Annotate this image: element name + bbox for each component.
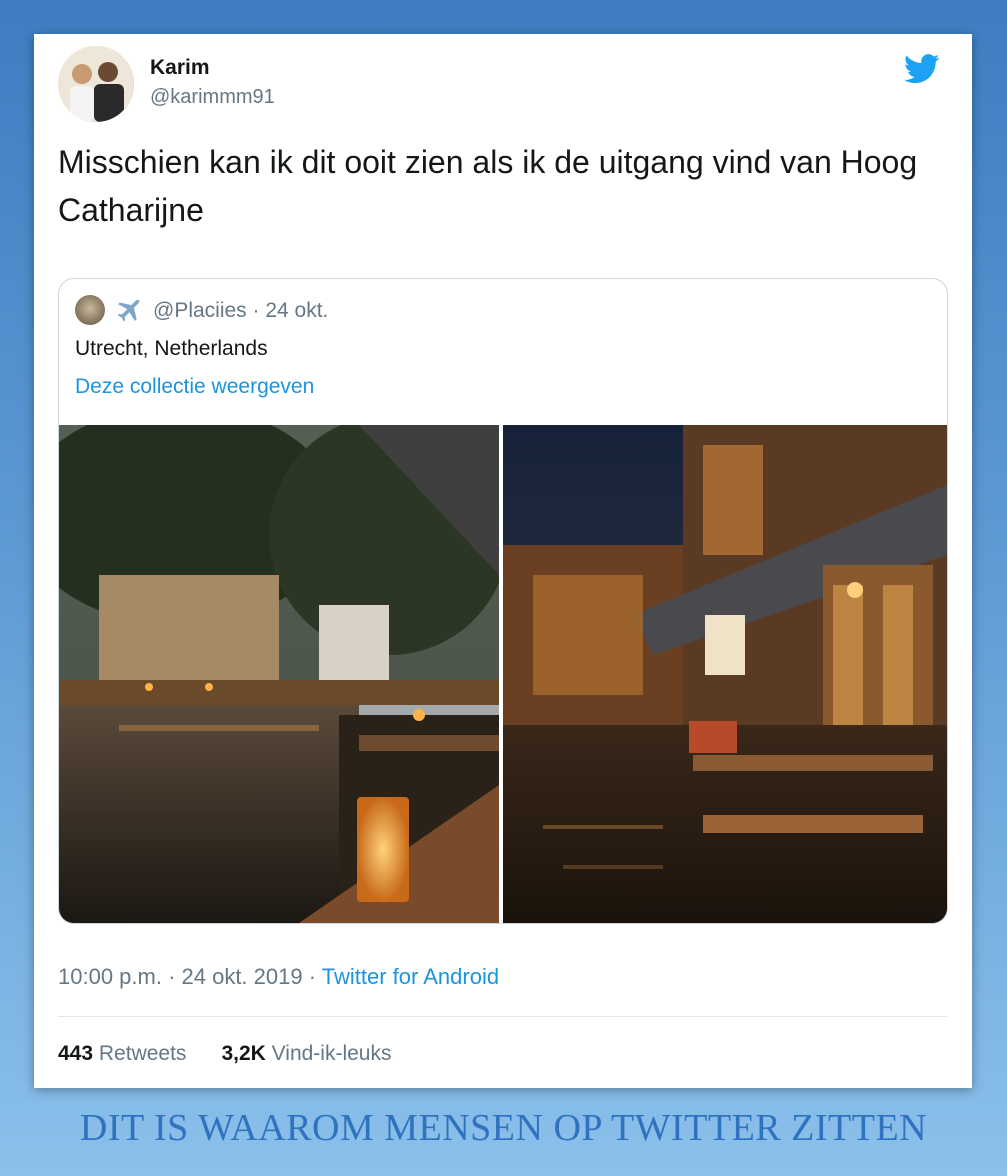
quoted-location: Utrecht, Netherlands bbox=[75, 337, 268, 360]
divider bbox=[58, 1016, 948, 1017]
likes-stat[interactable]: 3,2K Vind-ik-leuks bbox=[221, 1042, 391, 1065]
tweet-card: Karim @karimmm91 Misschien kan ik dit oo… bbox=[34, 34, 972, 1088]
caption-banner: DIT IS WAAROM MENSEN OP TWITTER ZITTEN bbox=[79, 1107, 928, 1149]
canal-terrace-photo[interactable] bbox=[59, 425, 499, 923]
photo-grid bbox=[59, 425, 947, 923]
author-handle[interactable]: @karimmm91 bbox=[150, 86, 275, 109]
author-name[interactable]: Karim bbox=[150, 56, 210, 80]
tweet-text: Misschien kan ik dit ooit zien als ik de… bbox=[58, 144, 918, 228]
author-avatar[interactable] bbox=[58, 46, 134, 122]
street-terrace-photo[interactable] bbox=[503, 425, 947, 923]
likes-count: 3,2K bbox=[221, 1042, 266, 1065]
quoted-author-avatar[interactable] bbox=[75, 295, 105, 325]
retweets-stat[interactable]: 443 Retweets bbox=[58, 1042, 186, 1065]
retweets-label: Retweets bbox=[98, 1042, 187, 1065]
tweet-timestamp[interactable]: 10:00 p.m. · 24 okt. 2019 · bbox=[58, 964, 322, 989]
view-collection-link[interactable]: Deze collectie weergeven bbox=[75, 375, 314, 399]
quoted-tweet[interactable]: @Placiies · 24 okt. Utrecht, Netherlands… bbox=[58, 278, 948, 924]
tweet-stats: 443 Retweets 3,2K Vind-ik-leuks bbox=[58, 1042, 391, 1066]
likes-label: Vind-ik-leuks bbox=[271, 1042, 392, 1065]
twitter-bird-icon[interactable] bbox=[904, 54, 940, 84]
retweets-count: 443 bbox=[58, 1042, 94, 1065]
tweet-source[interactable]: Twitter for Android bbox=[322, 964, 499, 989]
airplane-icon bbox=[117, 299, 140, 322]
quoted-handle-date[interactable]: @Placiies · 24 okt. bbox=[153, 299, 328, 323]
tweet-meta: 10:00 p.m. · 24 okt. 2019 · Twitter for … bbox=[58, 964, 499, 990]
